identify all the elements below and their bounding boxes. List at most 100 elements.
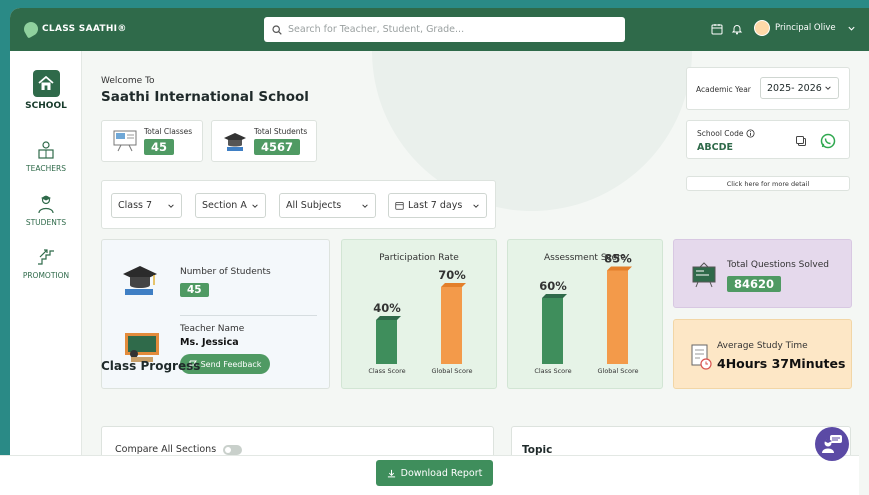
whatsapp-icon[interactable] <box>820 133 836 149</box>
chevron-down-icon <box>848 26 855 31</box>
assessment-chart: 60% Class Score 85% Global Score <box>534 252 638 376</box>
welcome-label: Welcome To <box>101 76 155 86</box>
class-progress-title: Class Progress <box>101 359 201 373</box>
top-bar: CLASS SAATHI® Principal Olive <box>10 8 869 51</box>
academic-year-value: 2025- 2026 <box>767 82 822 94</box>
bell-icon[interactable] <box>731 23 743 35</box>
school-code-label-row: School Code <box>697 129 755 138</box>
total-students-value: 4567 <box>254 139 301 155</box>
assessment-bar-class <box>542 294 567 364</box>
assessment-pct-label: 85% <box>604 252 632 266</box>
compare-sections-label: Compare All Sections <box>115 444 217 455</box>
calendar-icon <box>395 202 404 210</box>
profile-name: Principal Olive <box>775 23 836 33</box>
teacher-name-label: Teacher Name <box>180 324 245 334</box>
academic-year-card: Academic Year 2025- 2026 <box>686 67 850 110</box>
teacher-name-value: Ms. Jessica <box>180 337 239 348</box>
school-code-value: ABCDE <box>697 142 733 153</box>
chevron-down-icon <box>825 86 831 90</box>
students-count-value: 45 <box>180 283 209 297</box>
search-input[interactable] <box>288 24 608 35</box>
total-classes-value: 45 <box>144 139 175 155</box>
chevron-down-icon <box>362 203 368 208</box>
logo-text: CLASS SAATHI® <box>42 24 127 34</box>
chevron-down-icon <box>168 203 174 208</box>
section-select-value: Section A <box>202 200 247 211</box>
sidebar-item-teachers[interactable]: TEACHERS <box>10 140 82 173</box>
participation-pct-label: 70% <box>438 268 466 282</box>
app-window: CLASS SAATHI® Principal Olive SCHOOL TEA… <box>10 8 869 495</box>
assessment-bar-global <box>607 266 632 364</box>
period-select-content: Last 7 days <box>395 200 462 211</box>
participation-bar-label: Global Score <box>431 367 472 375</box>
more-detail-link[interactable]: Click here for more detail <box>686 176 850 191</box>
study-time-value: 4Hours 37Minutes <box>717 356 846 371</box>
total-questions-value: 84620 <box>727 276 782 292</box>
period-select[interactable]: Last 7 days <box>388 193 487 218</box>
students-count-label: Number of Students <box>180 267 271 277</box>
class-select[interactable]: Class 7 <box>111 193 182 218</box>
sidebar-item-school[interactable]: SCHOOL <box>10 70 82 111</box>
compare-sections-toggle[interactable] <box>223 445 242 455</box>
classroom-board-icon <box>113 130 137 152</box>
participation-bar-class <box>376 316 401 364</box>
calendar-icon[interactable] <box>711 23 723 35</box>
school-code-card: School Code ABCDE <box>686 120 850 159</box>
chevron-down-icon <box>252 203 258 208</box>
main-content: Welcome To Saathi International School T… <box>82 51 869 495</box>
question-board-icon <box>692 262 716 288</box>
sidebar-item-students[interactable]: STUDENTS <box>10 194 82 227</box>
assessment-pct-label: 60% <box>539 279 567 293</box>
download-report-button[interactable]: Download Report <box>376 460 493 486</box>
assessment-bar-label: Class Score <box>534 367 571 375</box>
chevron-down-icon <box>473 203 479 208</box>
participation-chart: 40% Class Score 70% Global Score <box>368 268 472 375</box>
sidebar-item-promotion[interactable]: PROMOTION <box>10 247 82 280</box>
study-time-label: Average Study Time <box>717 341 808 351</box>
section-select[interactable]: Section A <box>195 193 266 218</box>
total-students-card: Total Students 4567 <box>211 120 317 162</box>
student-icon <box>38 195 54 214</box>
send-feedback-label: Send Feedback <box>200 359 262 369</box>
participation-pct-label: 40% <box>373 301 401 315</box>
chat-assistant-button[interactable] <box>815 427 849 461</box>
class-select-value: Class 7 <box>118 200 153 211</box>
graduation-cap-icon <box>123 266 157 295</box>
download-report-label: Download Report <box>400 467 483 479</box>
avatar <box>754 20 770 36</box>
participation-bar-global <box>441 283 466 364</box>
filter-bar: Class 7 Section A All Subjects Last 7 da… <box>101 180 496 229</box>
total-students-label: Total Students <box>254 127 308 136</box>
assessment-bar-label: Global Score <box>597 367 638 375</box>
logo-leaf-icon <box>21 19 41 39</box>
academic-year-label: Academic Year <box>696 85 751 94</box>
total-classes-label: Total Classes <box>144 127 193 136</box>
teacher-icon <box>38 141 54 159</box>
home-icon <box>32 70 60 97</box>
download-icon <box>387 469 395 477</box>
academic-year-select[interactable]: 2025- 2026 <box>760 77 839 99</box>
info-icon[interactable] <box>746 129 755 138</box>
graduation-cap-icon <box>224 133 246 151</box>
period-select-value: Last 7 days <box>408 200 463 211</box>
chat-assistant-icon <box>822 435 842 453</box>
sidebar-item-label: PROMOTION <box>22 271 70 280</box>
app-logo[interactable]: CLASS SAATHI® <box>21 19 127 39</box>
sidebar-item-label: SCHOOL <box>25 101 67 111</box>
assessment-score-card: Assessment Score 60% Class Score 85% Global… <box>507 239 663 389</box>
search-icon <box>272 24 282 35</box>
profile-menu[interactable]: Principal Olive <box>754 20 856 36</box>
subjects-select[interactable]: All Subjects <box>279 193 376 218</box>
total-questions-card: Total Questions Solved 84620 <box>673 239 852 308</box>
promotion-icon <box>38 249 54 265</box>
school-code-label: School Code <box>697 129 744 138</box>
search-bar <box>264 17 625 42</box>
subjects-select-value: All Subjects <box>286 200 342 211</box>
participation-bar-label: Class Score <box>368 367 405 375</box>
screen-background: CLASS SAATHI® Principal Olive SCHOOL TEA… <box>0 0 869 495</box>
participation-rate-card: Participation Rate 40% Class Score 70% Glob… <box>341 239 497 389</box>
card-divider <box>180 315 317 316</box>
sidebar-item-label: TEACHERS <box>26 164 66 173</box>
sidebar: SCHOOL TEACHERS STUDENTS PROMOTION <box>10 51 82 495</box>
copy-icon[interactable] <box>795 135 807 147</box>
